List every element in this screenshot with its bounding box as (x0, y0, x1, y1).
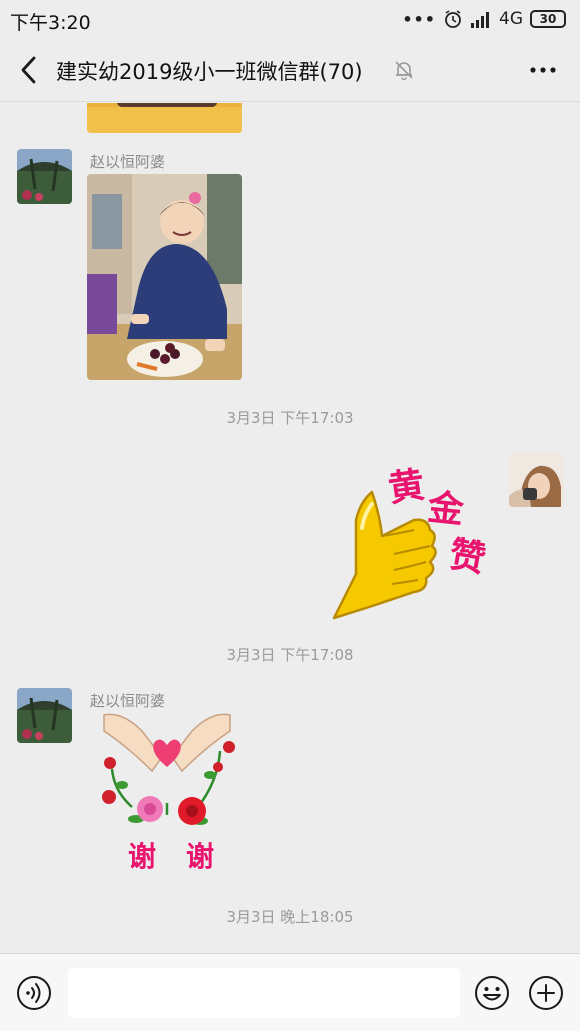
child-photo-icon (87, 174, 242, 380)
alarm-icon (445, 10, 461, 28)
sticker-char-2: 谢 (186, 840, 215, 873)
status-bar: 下午3:20 ••• 4G 30 (0, 0, 580, 38)
mute-bell-icon (395, 61, 413, 81)
timestamp: 3月3日 下午17:08 (226, 646, 354, 664)
avatar[interactable] (17, 688, 72, 743)
heart-hands-roses-icon (102, 713, 235, 825)
chat-title[interactable]: 建实幼2019级小一班微信群(70) (56, 56, 363, 86)
timestamp: 3月3日 下午17:03 (226, 409, 354, 427)
message-image[interactable] (87, 174, 242, 380)
chat-header: 建实幼2019级小一班微信群(70) (0, 38, 580, 102)
signal-icon (471, 12, 489, 28)
chat-screen: 下午3:20 ••• 4G 30 建实幼2019级小一班微信群(70) 赵以恒阿… (0, 0, 580, 1031)
voice-icon[interactable] (16, 975, 52, 1011)
thanks-sticker[interactable]: 谢 谢 (92, 711, 242, 873)
avatar[interactable] (509, 452, 564, 507)
battery-level: 30 (539, 12, 557, 26)
input-bar (0, 953, 580, 1031)
sticker-char-1: 谢 (128, 840, 157, 873)
timestamp: 3月3日 晚上18:05 (226, 908, 354, 926)
sender-name: 赵以恒阿婆 (90, 692, 166, 710)
food-photo-icon (87, 103, 242, 133)
message-input[interactable] (68, 968, 460, 1018)
message-list[interactable]: 赵以恒阿婆 3月3日 下午17:03 黄 金 赞 3月3日 下午17:08 赵以… (0, 103, 580, 953)
network-type: 4G (499, 9, 523, 29)
back-icon[interactable] (14, 52, 46, 88)
thumbs-up-sticker[interactable]: 黄 金 赞 (326, 458, 494, 623)
emoji-icon[interactable] (474, 975, 510, 1011)
plus-icon[interactable] (528, 975, 564, 1011)
status-time: 下午3:20 (10, 12, 91, 34)
sticker-char-1: 黄 (385, 463, 428, 511)
status-icons: ••• 4G 30 (402, 8, 566, 30)
sender-name: 赵以恒阿婆 (90, 153, 166, 171)
more-icon[interactable] (528, 56, 558, 84)
avatar[interactable] (17, 149, 72, 204)
notification-dots-icon: ••• (402, 9, 436, 29)
message-image-partial[interactable] (87, 103, 242, 133)
battery-icon: 30 (530, 10, 566, 28)
